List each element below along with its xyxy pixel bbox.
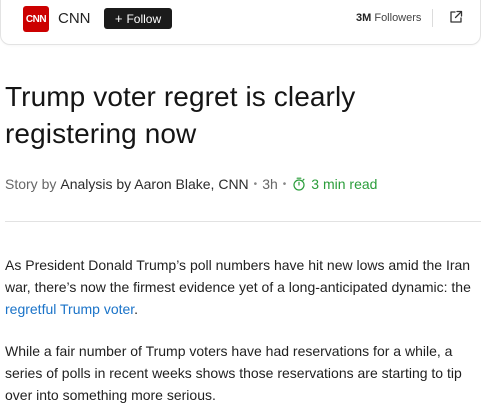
byline-age: 3h xyxy=(262,176,278,192)
article-paragraph: As President Donald Trump’s poll numbers… xyxy=(5,254,481,320)
publisher-logo[interactable]: CNN xyxy=(23,6,49,32)
article-headline: Trump voter regret is clearly registerin… xyxy=(5,81,356,149)
byline-divider xyxy=(5,221,481,222)
share-external-icon[interactable] xyxy=(449,10,463,24)
article-page: CNN CNN + Follow 3M Followers Trump vote… xyxy=(0,0,481,404)
follow-button[interactable]: + Follow xyxy=(104,8,172,29)
stopwatch-icon xyxy=(293,177,305,191)
header-divider xyxy=(432,9,433,27)
followers-number: 3M xyxy=(356,12,372,24)
byline-prefix: Story by xyxy=(5,176,57,192)
plus-icon: + xyxy=(114,11,123,26)
byline-separator: • xyxy=(253,178,258,190)
paragraph-text: As President Donald Trump’s poll numbers… xyxy=(5,257,471,295)
byline: Story by Analysis by Aaron Blake, CNN • … xyxy=(5,176,377,192)
follow-label: Follow xyxy=(126,11,162,26)
paragraph-text: . xyxy=(134,301,139,317)
article-paragraph: While a fair number of Trump voters have… xyxy=(5,343,462,403)
byline-author: Analysis by Aaron Blake, CNN xyxy=(60,176,249,192)
byline-separator: • xyxy=(282,178,287,190)
publisher-bar: CNN CNN + Follow 3M Followers xyxy=(0,0,481,45)
read-time: 3 min read xyxy=(311,176,378,192)
publisher-name[interactable]: CNN xyxy=(58,10,91,27)
followers-count: 3M Followers xyxy=(356,12,421,24)
followers-label: Followers xyxy=(374,12,422,24)
inline-link[interactable]: regretful Trump voter xyxy=(5,301,134,317)
